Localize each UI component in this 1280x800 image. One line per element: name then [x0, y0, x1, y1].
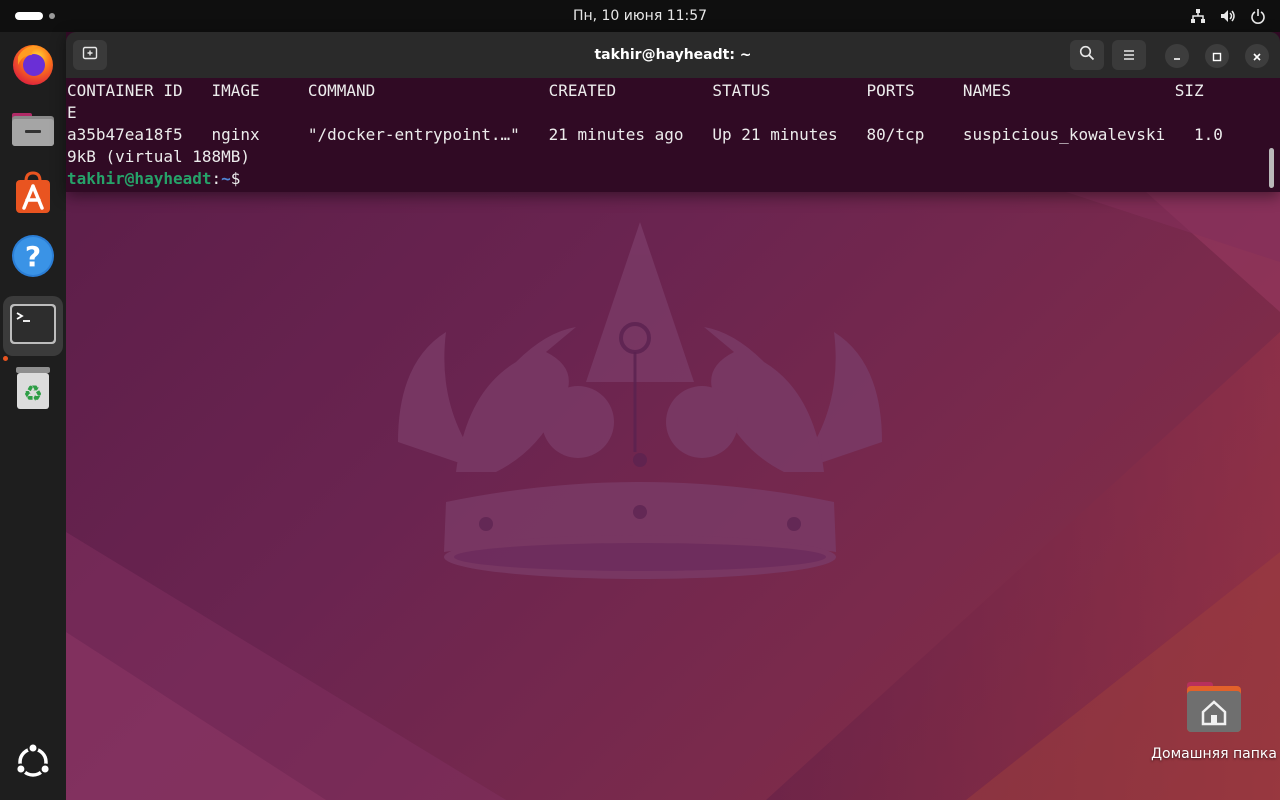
new-tab-button[interactable]: [73, 40, 107, 70]
maximize-button[interactable]: [1205, 44, 1229, 68]
prompt-symbol: $: [230, 169, 241, 188]
hamburger-menu-icon: [1122, 46, 1136, 65]
top-bar: Пн, 10 июня 11:57: [0, 0, 1280, 32]
dock-item-terminal[interactable]: [3, 296, 63, 356]
power-icon: [1250, 8, 1266, 24]
dock-item-show-apps[interactable]: [3, 734, 63, 794]
dock-item-app-center[interactable]: [3, 164, 63, 224]
minimize-button[interactable]: [1165, 44, 1189, 68]
prompt-separator: :: [211, 169, 222, 188]
close-icon: [1252, 47, 1262, 66]
files-icon: [10, 105, 56, 155]
dock-item-firefox[interactable]: [3, 36, 63, 96]
prompt-line: takhir@hayheadt:~$: [67, 168, 242, 190]
trash-icon: ♻: [13, 365, 53, 415]
home-folder-icon: [1185, 682, 1243, 738]
clock[interactable]: Пн, 10 июня 11:57: [573, 8, 707, 24]
dock-item-trash[interactable]: ♻: [3, 360, 63, 420]
workspace-dot: [49, 13, 55, 19]
help-icon: ?: [10, 233, 56, 283]
dock: ? ♻: [0, 32, 66, 800]
minimize-icon: [1172, 47, 1182, 66]
terminal-window[interactable]: takhir@hayheadt: ~ CONTAINER ID IMAGE CO…: [66, 32, 1280, 192]
output-line-header-wrap: E: [67, 103, 77, 122]
clock-container: Пн, 10 июня 11:57: [0, 0, 1280, 32]
close-button[interactable]: [1245, 44, 1269, 68]
terminal-icon: [10, 304, 56, 348]
dock-item-files[interactable]: [3, 100, 63, 160]
firefox-icon: [10, 41, 56, 91]
maximize-icon: [1212, 47, 1222, 66]
menu-button[interactable]: [1112, 40, 1146, 70]
network-icon: [1190, 8, 1206, 24]
volume-icon: [1220, 8, 1236, 24]
terminal-scrollbar[interactable]: [1269, 148, 1274, 188]
system-tray[interactable]: [1190, 6, 1266, 26]
prompt-path: ~: [221, 169, 231, 188]
crown-emblem: [398, 222, 882, 579]
terminal-output[interactable]: CONTAINER ID IMAGE COMMAND CREATED STATU…: [66, 78, 1280, 192]
search-icon: [1079, 45, 1095, 65]
home-folder-label: Домашняя папка: [1151, 746, 1277, 762]
home-folder[interactable]: Домашняя папка: [1148, 682, 1280, 762]
terminal-header-bar[interactable]: takhir@hayheadt: ~: [66, 32, 1280, 78]
app-center-icon: [10, 169, 56, 219]
workspace-active-pill: [15, 12, 43, 20]
output-line-container-wrap: 9kB (virtual 188MB): [67, 147, 251, 166]
dock-item-help[interactable]: ?: [3, 228, 63, 288]
output-line-container: a35b47ea18f5 nginx "/docker-entrypoint.……: [67, 125, 1223, 144]
svg-text:?: ?: [25, 240, 41, 273]
prompt-user-host: takhir@hayheadt: [67, 169, 212, 188]
show-apps-icon: [14, 742, 52, 785]
search-button[interactable]: [1070, 40, 1104, 70]
output-line-header: CONTAINER ID IMAGE COMMAND CREATED STATU…: [67, 81, 1204, 100]
activities-indicator[interactable]: [15, 10, 55, 22]
new-tab-icon: [82, 45, 98, 65]
svg-text:♻: ♻: [23, 382, 43, 407]
